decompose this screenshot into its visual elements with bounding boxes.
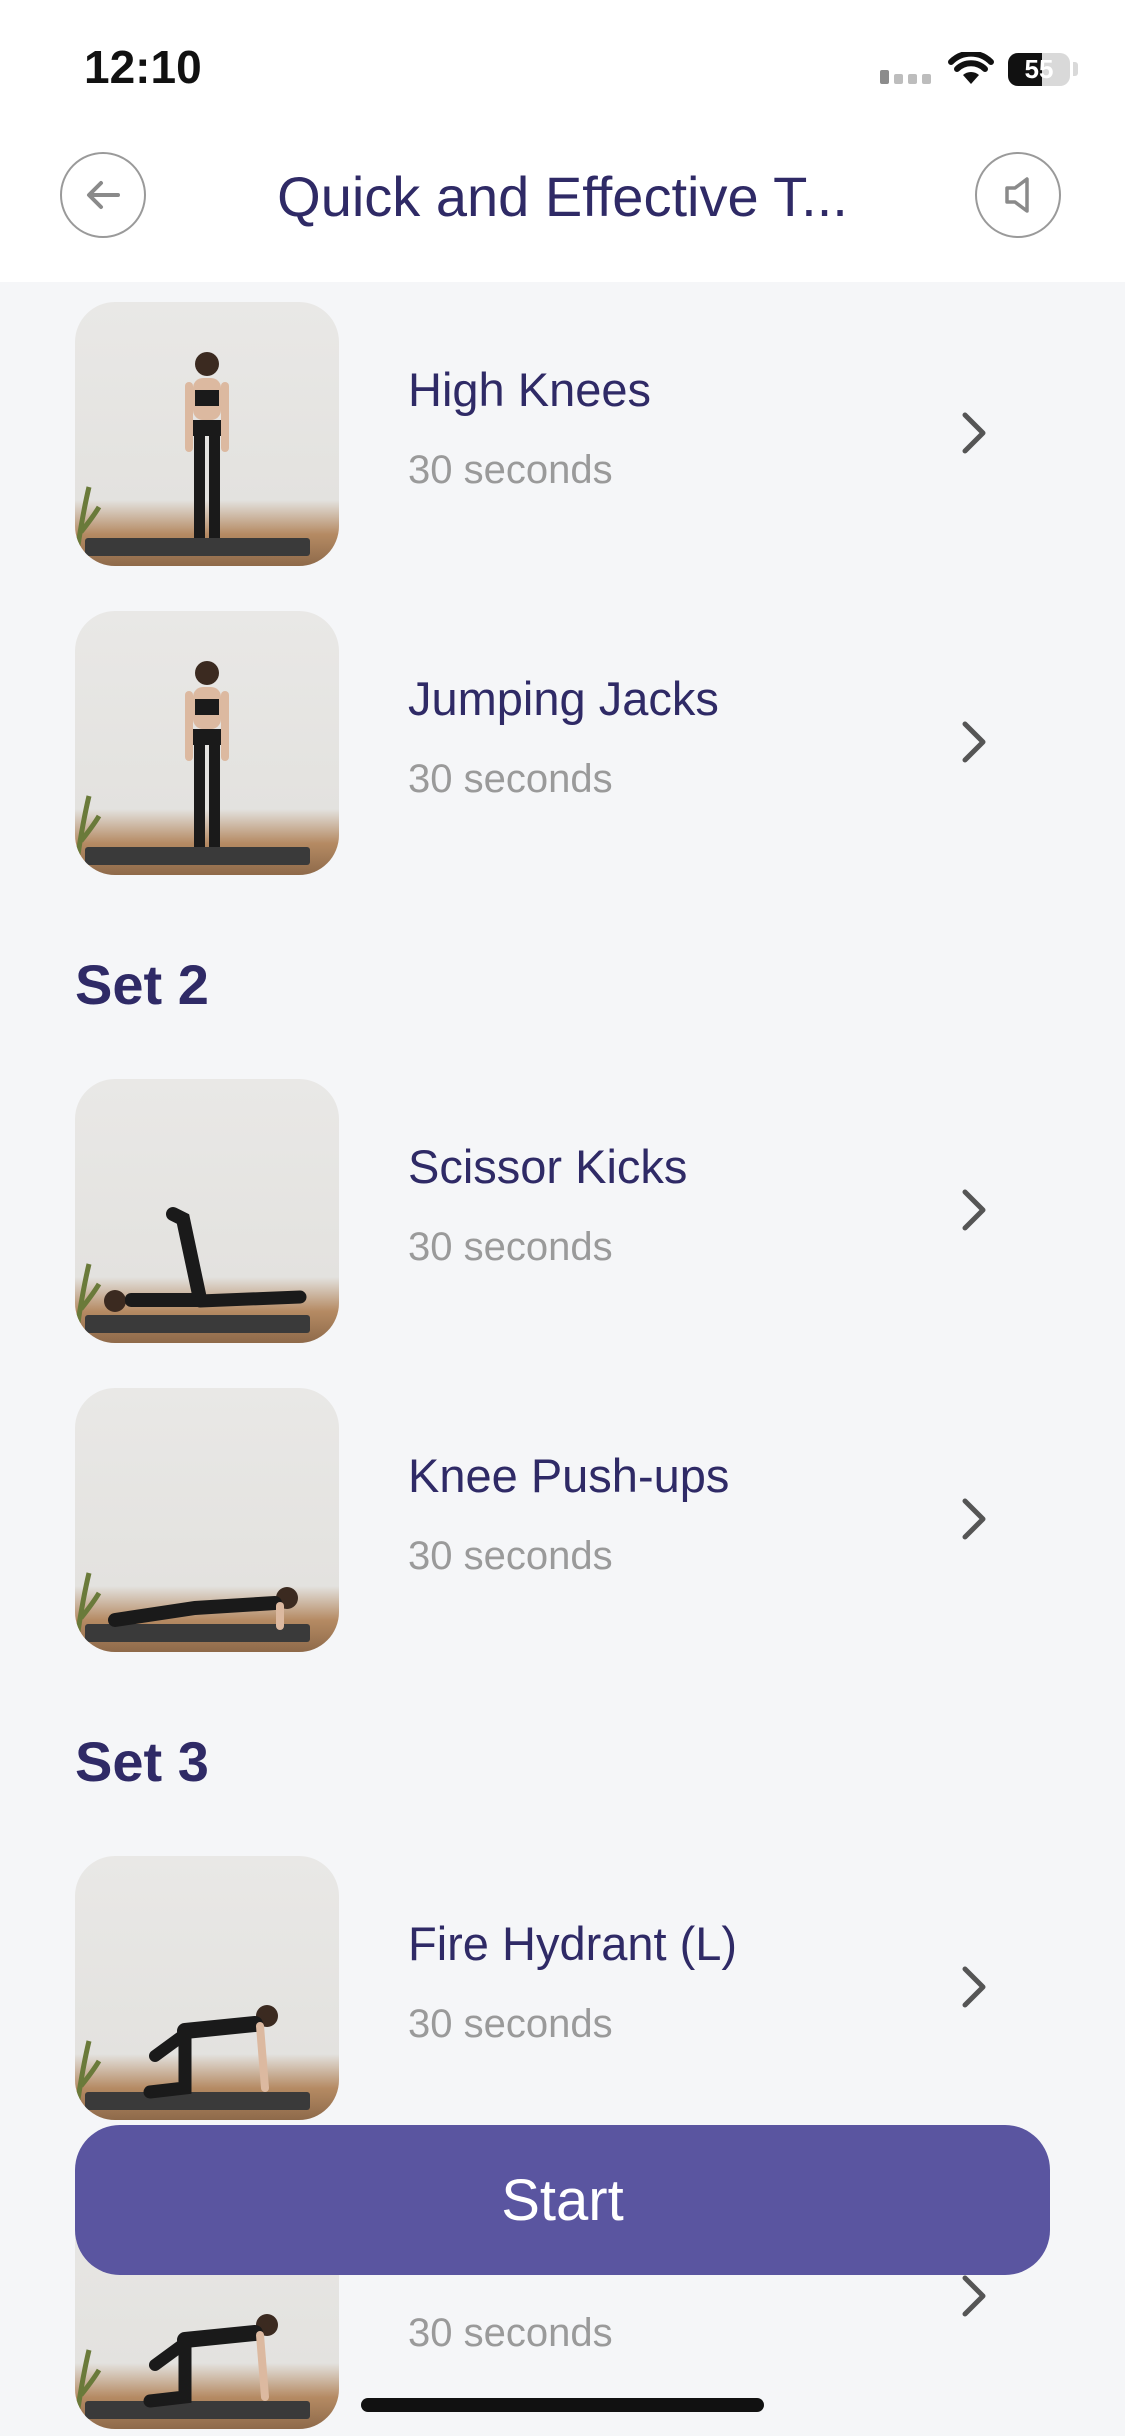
exercise-item[interactable]: Scissor Kicks 30 seconds	[0, 1079, 1125, 1344]
exercise-item[interactable]: High Knees 30 seconds	[0, 302, 1125, 567]
arrow-left-icon	[87, 181, 120, 209]
nav-bar: Quick and Effective T...	[0, 135, 1125, 282]
exercise-name: Jumping Jacks	[408, 672, 719, 725]
exercise-duration: 30 seconds	[408, 1534, 613, 1578]
exercise-name: Fire Hydrant (L)	[408, 1917, 738, 1970]
chevron-right-icon	[962, 1966, 986, 2008]
exercise-item[interactable]: Fire Hydrant (L) 30 seconds	[0, 1856, 1125, 2121]
home-indicator[interactable]	[361, 2398, 764, 2412]
battery-icon: 55	[1008, 53, 1070, 86]
exercise-name: Knee Push-ups	[408, 1449, 730, 1502]
exercise-item[interactable]: Knee Push-ups 30 seconds	[0, 1388, 1125, 1653]
exercise-duration: 30 seconds	[408, 2002, 613, 2046]
page-title: Quick and Effective T...	[277, 165, 848, 228]
chevron-right-icon	[962, 721, 986, 763]
exercise-name: Scissor Kicks	[408, 1140, 688, 1193]
set-header: Set 2	[75, 953, 209, 1016]
exercise-duration: 30 seconds	[408, 757, 613, 801]
exercise-thumbnail	[75, 302, 339, 566]
chevron-right-icon	[962, 412, 986, 454]
exercise-duration: 30 seconds	[408, 448, 613, 492]
start-button[interactable]: Start	[75, 2125, 1050, 2275]
exercise-thumbnail	[75, 1388, 339, 1652]
exercise-duration: 30 seconds	[408, 2311, 613, 2355]
status-bar: 12:10 55	[0, 0, 1125, 135]
chevron-right-icon	[962, 1189, 986, 1231]
exercise-list[interactable]: High Knees 30 seconds Jumping Jacks 30 s…	[0, 282, 1125, 2436]
chevron-right-icon	[962, 2275, 986, 2317]
exercise-item[interactable]: Jumping Jacks 30 seconds	[0, 611, 1125, 876]
sound-toggle-button[interactable]	[975, 152, 1061, 238]
speaker-icon	[1005, 177, 1029, 213]
wifi-icon	[948, 52, 994, 84]
exercise-thumbnail	[75, 1079, 339, 1343]
exercise-name: High Knees	[408, 363, 651, 416]
status-time: 12:10	[84, 41, 202, 93]
back-button[interactable]	[60, 152, 146, 238]
chevron-right-icon	[962, 1498, 986, 1540]
battery-level: 55	[1024, 54, 1054, 84]
cellular-signal-icon	[880, 70, 934, 84]
exercise-thumbnail	[75, 1856, 339, 2120]
exercise-thumbnail	[75, 611, 339, 875]
exercise-duration: 30 seconds	[408, 1225, 613, 1269]
set-header: Set 3	[75, 1730, 209, 1793]
